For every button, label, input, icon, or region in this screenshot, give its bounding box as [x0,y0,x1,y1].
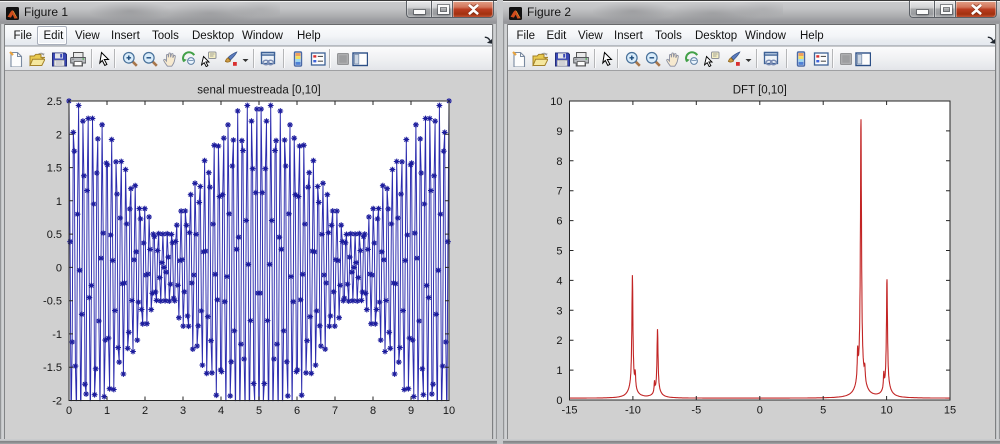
svg-text:-0.5: -0.5 [43,296,62,308]
svg-text:6: 6 [556,216,562,228]
svg-text:5: 5 [820,405,826,417]
svg-text:2: 2 [556,335,562,347]
svg-text:3: 3 [556,305,562,317]
svg-text:0: 0 [757,405,763,417]
svg-text:8: 8 [556,156,562,168]
svg-text:0: 0 [56,262,62,274]
svg-text:2.5: 2.5 [47,96,62,108]
svg-text:10: 10 [443,405,455,417]
svg-text:2: 2 [142,405,148,417]
svg-text:-1.5: -1.5 [43,362,62,374]
svg-text:2: 2 [56,129,62,141]
svg-text:7: 7 [556,186,562,198]
svg-text:4: 4 [556,275,562,287]
svg-text:10: 10 [550,96,562,108]
svg-text:1.5: 1.5 [47,163,62,175]
svg-text:9: 9 [556,126,562,138]
svg-text:senal muestreada [0,10]: senal muestreada [0,10] [197,85,320,97]
svg-text:4: 4 [218,405,224,417]
svg-text:-1: -1 [52,329,62,341]
svg-text:5: 5 [556,246,562,258]
svg-text:5: 5 [256,405,262,417]
svg-text:8: 8 [370,405,376,417]
svg-text:3: 3 [180,405,186,417]
svg-text:1: 1 [56,196,62,208]
svg-text:15: 15 [944,405,956,417]
svg-text:9: 9 [408,405,414,417]
svg-text:0.5: 0.5 [47,229,62,241]
svg-text:10: 10 [880,405,892,417]
svg-text:1: 1 [556,365,562,377]
svg-text:0: 0 [66,405,72,417]
svg-text:DFT [0,10]: DFT [0,10] [733,85,787,97]
svg-text:-5: -5 [691,405,701,417]
svg-text:-2: -2 [52,396,62,408]
svg-text:-15: -15 [562,405,578,417]
svg-text:7: 7 [332,405,338,417]
svg-text:-10: -10 [625,405,641,417]
svg-text:1: 1 [104,405,110,417]
svg-text:6: 6 [294,405,300,417]
